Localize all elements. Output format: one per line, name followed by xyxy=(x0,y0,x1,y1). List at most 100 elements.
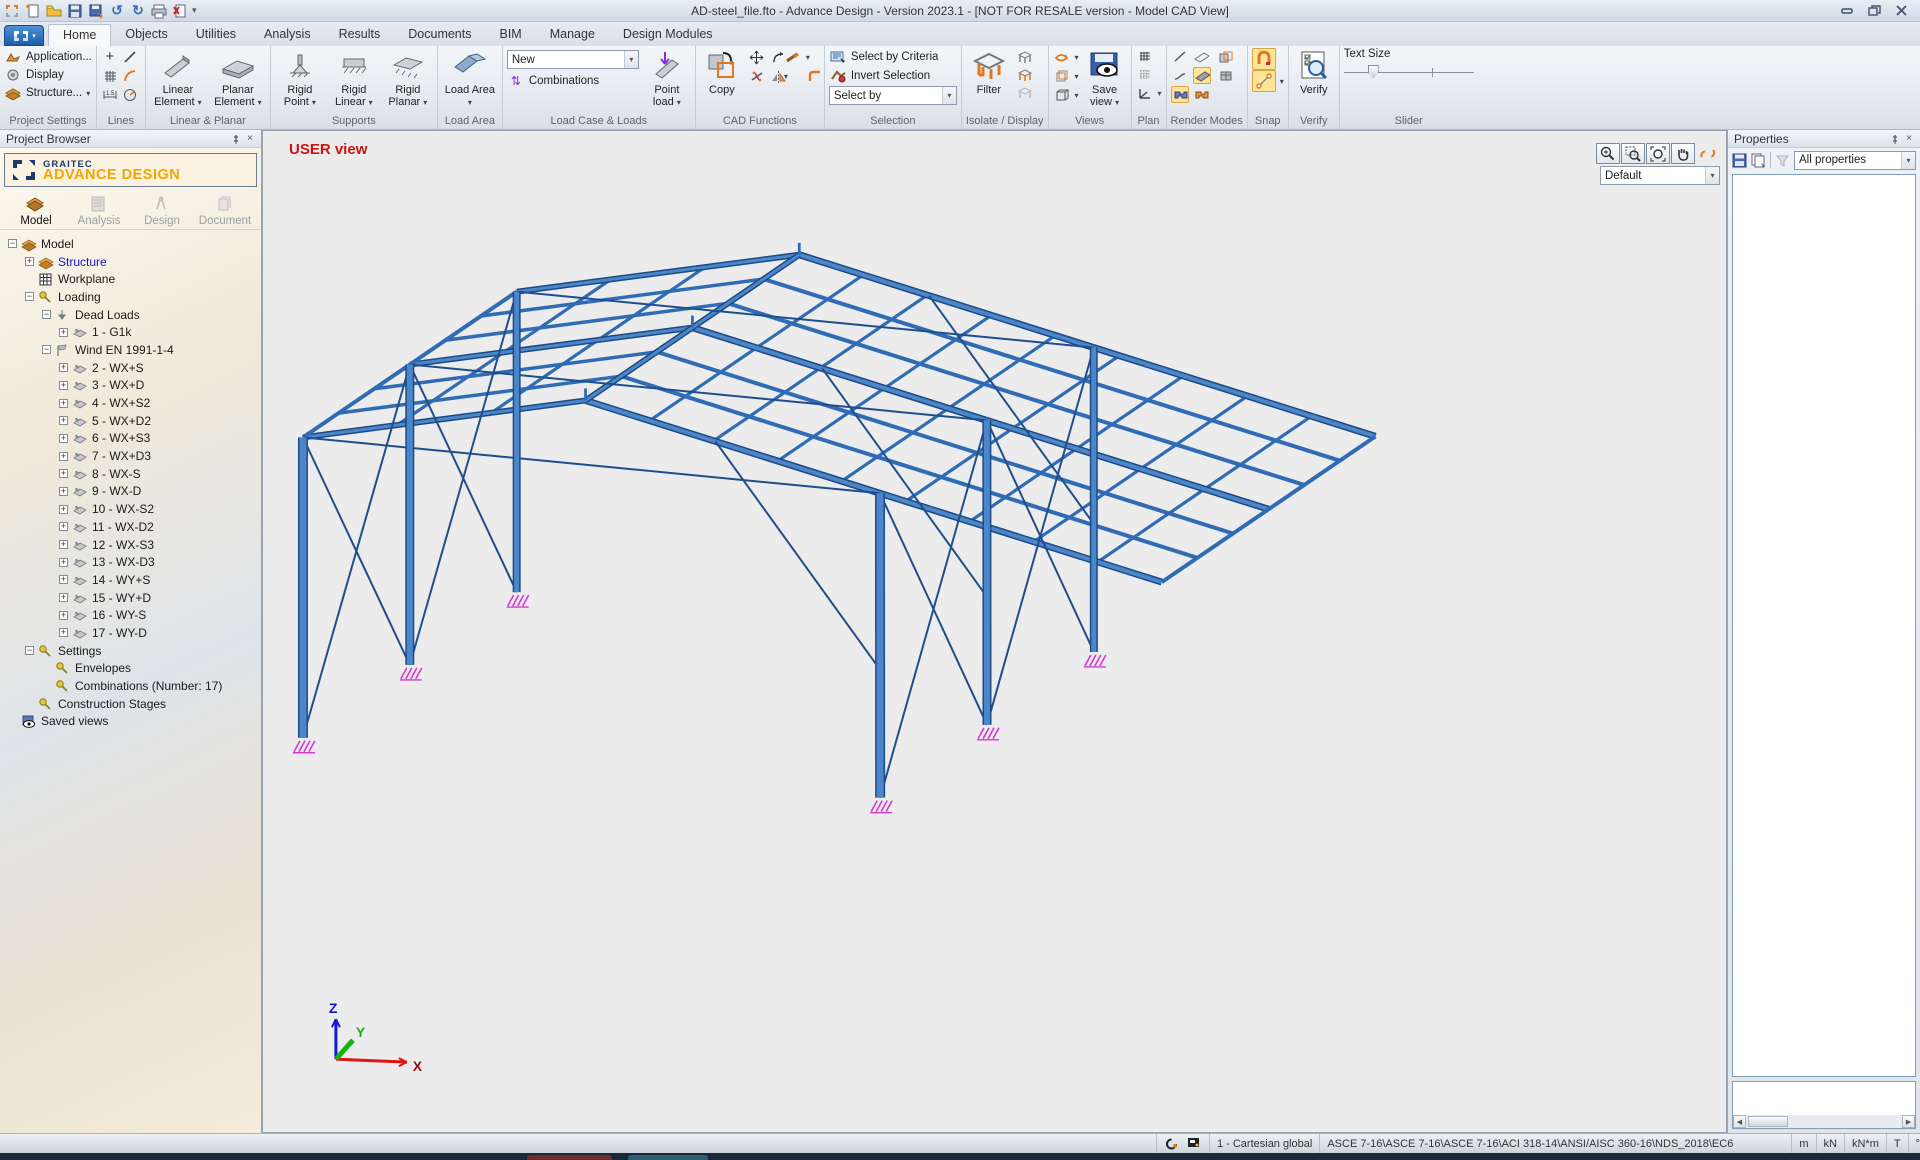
unit-force-cell[interactable]: kN xyxy=(1816,1134,1844,1153)
properties-secondary[interactable]: ◀ ▶ xyxy=(1732,1081,1916,1129)
tree-item-settings[interactable]: −Settings xyxy=(4,642,261,660)
cad-viewport[interactable]: ZXY USER view Default▾ xyxy=(262,130,1727,1133)
hide-icon[interactable] xyxy=(1016,66,1034,83)
select-by-combo[interactable]: Select by▾ xyxy=(829,86,957,105)
verify-button[interactable]: Verify xyxy=(1293,48,1335,96)
rigid-point-support-button[interactable]: Rigid Point ▾ xyxy=(275,48,325,109)
snap-more-icon[interactable]: ▾ xyxy=(1280,77,1284,86)
pin-panel-icon[interactable] xyxy=(229,132,243,146)
coordinate-system-cell[interactable]: 1 - Cartesian global xyxy=(1209,1134,1319,1153)
solid-mode-icon[interactable] xyxy=(1193,67,1211,84)
section-render-icon[interactable] xyxy=(1171,86,1189,103)
zoom-extents-icon[interactable] xyxy=(1646,143,1670,164)
tree-expander[interactable]: + xyxy=(59,487,68,496)
texture-mode-icon[interactable] xyxy=(1217,67,1235,84)
tree-item-saved-views[interactable]: Saved views xyxy=(4,713,261,731)
tree-item-13-wx-d3[interactable]: +13 - WX-D3 xyxy=(4,553,261,571)
save-view-button[interactable]: Save view ▾ xyxy=(1083,48,1127,109)
slider-thumb[interactable] xyxy=(1368,65,1379,78)
zoom-window-icon[interactable] xyxy=(1621,143,1645,164)
minimize-button[interactable] xyxy=(1841,5,1854,16)
tree-expander[interactable]: + xyxy=(59,522,68,531)
scroll-left-icon[interactable]: ◀ xyxy=(1733,1115,1746,1128)
hidden-line-mode-icon[interactable] xyxy=(1193,48,1211,65)
tree-item-wind-en-1991-1-4[interactable]: −Wind EN 1991-1-4 xyxy=(4,341,261,359)
properties-hscrollbar[interactable]: ◀ ▶ xyxy=(1733,1115,1915,1128)
linear-element-button[interactable]: Linear Element ▾ xyxy=(150,48,206,109)
grid-icon[interactable] xyxy=(101,67,119,84)
tree-item-5-wx-d2[interactable]: +5 - WX+D2 xyxy=(4,412,261,430)
menu-tab-home[interactable]: Home xyxy=(48,24,111,46)
tree-expander[interactable]: + xyxy=(59,452,68,461)
tree-item-10-wx-s2[interactable]: +10 - WX-S2 xyxy=(4,500,261,518)
axes-more-icon[interactable]: ▾ xyxy=(1158,89,1162,98)
scroll-right-icon[interactable]: ▶ xyxy=(1902,1115,1915,1128)
tree-item-loading[interactable]: −Loading xyxy=(4,288,261,306)
application-settings-button[interactable]: Application... xyxy=(4,48,92,66)
tree-item-16-wy-s[interactable]: +16 - WY-S xyxy=(4,606,261,624)
tree-expander[interactable]: − xyxy=(8,239,17,248)
invert-selection-button[interactable]: Invert Selection xyxy=(829,67,930,85)
rigid-planar-support-button[interactable]: Rigid Planar ▾ xyxy=(383,48,433,109)
restore-button[interactable] xyxy=(1868,5,1881,16)
close-button[interactable] xyxy=(1895,5,1908,16)
snap-points-icon[interactable] xyxy=(1252,70,1276,92)
tree-expander[interactable]: + xyxy=(25,257,34,266)
select-by-criteria-button[interactable]: Select by Criteria xyxy=(829,48,939,66)
tree-item-model[interactable]: −Model xyxy=(4,235,261,253)
scroll-thumb[interactable] xyxy=(1748,1116,1788,1127)
arc-icon[interactable] xyxy=(121,67,139,84)
wire-view-icon[interactable] xyxy=(1053,87,1071,104)
tree-expander[interactable]: + xyxy=(59,434,68,443)
tree-item-15-wy-d[interactable]: +15 - WY+D xyxy=(4,589,261,607)
unit-angle-cell[interactable]: ° xyxy=(1908,1134,1920,1153)
magnet-snap-icon[interactable] xyxy=(1252,48,1276,70)
tree-item-2-wx-s[interactable]: +2 - WX+S xyxy=(4,359,261,377)
menu-tab-utilities[interactable]: Utilities xyxy=(182,24,250,46)
load-area-button[interactable]: Load Area ▾ xyxy=(442,48,498,109)
tree-expander[interactable]: + xyxy=(59,558,68,567)
tree-item-8-wx-s[interactable]: +8 - WX-S xyxy=(4,465,261,483)
browser-tab-document[interactable]: Document xyxy=(199,195,251,227)
tree-item-1-g1k[interactable]: +1 - G1k xyxy=(4,323,261,341)
sketch-mode-icon[interactable] xyxy=(1171,67,1189,84)
tree-expander[interactable]: + xyxy=(59,505,68,514)
menu-tab-analysis[interactable]: Analysis xyxy=(250,24,325,46)
property-filter-icon[interactable] xyxy=(1775,153,1790,168)
all-properties-combo[interactable]: All properties▾ xyxy=(1794,151,1916,170)
ghost-mode-icon[interactable] xyxy=(1217,48,1235,65)
show-all-icon[interactable] xyxy=(1016,84,1034,101)
tree-expander[interactable]: − xyxy=(25,646,34,655)
tree-item-9-wx-d[interactable]: +9 - WX-D xyxy=(4,483,261,501)
browser-tab-analysis[interactable]: Analysis xyxy=(73,195,125,227)
menu-tab-bim[interactable]: BIM xyxy=(486,24,536,46)
pin-properties-icon[interactable] xyxy=(1888,132,1902,146)
point-icon[interactable]: + xyxy=(101,48,119,65)
tree-item-combinations-number-17-[interactable]: Combinations (Number: 17) xyxy=(4,677,261,695)
fillet-icon[interactable] xyxy=(806,68,824,85)
tree-item-7-wx-d3[interactable]: +7 - WX+D3 xyxy=(4,447,261,465)
tree-expander[interactable]: + xyxy=(59,593,68,602)
tree-item-17-wy-d[interactable]: +17 - WY-D xyxy=(4,624,261,642)
structure-settings-button[interactable]: Structure...▾ xyxy=(4,84,90,102)
line-icon[interactable] xyxy=(121,48,139,65)
tree-expander[interactable]: + xyxy=(59,628,68,637)
tree-item-dead-loads[interactable]: −Dead Loads xyxy=(4,306,261,324)
combinations-button[interactable]: ⇅ Combinations xyxy=(507,72,639,90)
point-load-button[interactable]: Point load ▾ xyxy=(643,48,691,109)
tree-expander[interactable]: + xyxy=(59,381,68,390)
steel-model-drawing[interactable]: ZXY xyxy=(263,131,1726,1132)
solid-more-icon[interactable]: ▾ xyxy=(1075,72,1079,81)
menu-tab-documents[interactable]: Documents xyxy=(394,24,485,46)
orbit-icon[interactable] xyxy=(1696,143,1720,164)
extend-more-icon[interactable]: ▾ xyxy=(806,53,820,62)
menu-tab-objects[interactable]: Objects xyxy=(111,24,181,46)
load-case-combo[interactable]: New▾ xyxy=(507,50,639,69)
menu-tab-design-modules[interactable]: Design Modules xyxy=(609,24,727,46)
tree-expander[interactable]: + xyxy=(59,399,68,408)
isolate-icon[interactable] xyxy=(1016,48,1034,65)
display-settings-button[interactable]: Display xyxy=(4,66,64,84)
local-axes-icon[interactable] xyxy=(1136,85,1154,102)
tree-expander[interactable]: + xyxy=(59,328,68,337)
tree-expander[interactable]: + xyxy=(59,575,68,584)
